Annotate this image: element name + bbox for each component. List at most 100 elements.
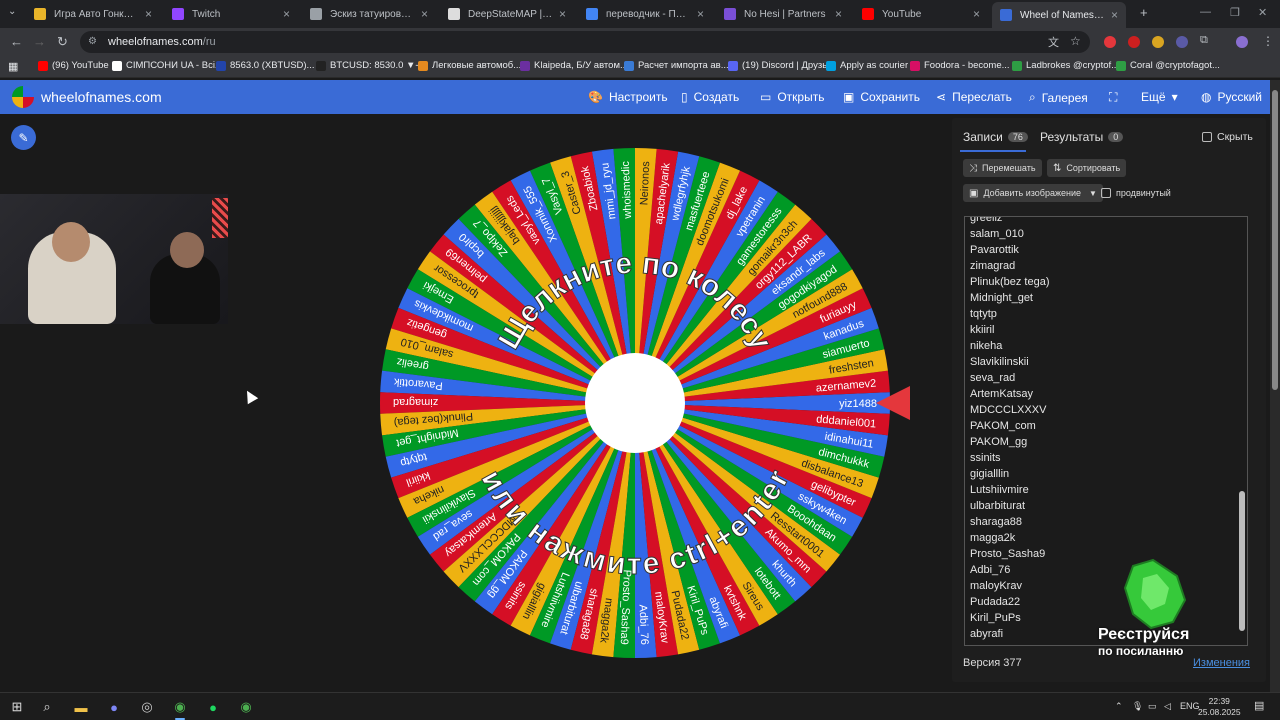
menu-item[interactable]: ▣ Сохранить (843, 90, 920, 104)
entry-line: PAKOM_com (970, 420, 1036, 432)
share-icon: ⋖ (936, 90, 947, 104)
url-input[interactable]: ⚙ wheelofnames.com/ru (80, 31, 1090, 53)
entry-line: magga2k (970, 532, 1016, 544)
app-icon[interactable]: ◎ (138, 698, 156, 716)
edit-pencil-icon[interactable]: ✎ (11, 125, 36, 150)
tab-close-icon[interactable]: × (697, 7, 704, 21)
site-brand[interactable]: wheelofnames.com (41, 89, 162, 105)
add-image-button[interactable]: ▣ Добавить изображение ▼ (963, 184, 1103, 202)
forward-icon[interactable]: → (33, 34, 46, 49)
wheel-of-names[interactable]: yiz1488azernamev2freshstensiamuertokanad… (380, 148, 890, 658)
bookmark-item[interactable]: (19) Discord | Друзья (728, 60, 832, 71)
menu-item[interactable]: ⌕ Галерея (1029, 90, 1088, 105)
scrollbar-thumb[interactable] (1239, 491, 1245, 631)
scrollbar-thumb[interactable] (1272, 90, 1278, 390)
menu-item[interactable]: ⛶ (1109, 90, 1123, 105)
tab-entries[interactable]: Записи 76 (963, 130, 1028, 144)
bookmark-item[interactable]: (96) YouTube (38, 60, 109, 71)
chrome-icon[interactable]: ◉ (171, 698, 189, 720)
network-icon[interactable]: ▭ (1148, 701, 1157, 712)
menu-item[interactable]: ⋖ Переслать (936, 90, 1012, 104)
bookmark-item[interactable]: BTCUSD: 8530.0 ▼-... (316, 60, 427, 71)
minimize-icon[interactable]: — (1200, 6, 1211, 18)
tray-chevron-icon[interactable]: ⌃ (1115, 701, 1123, 712)
discord-icon[interactable]: ● (105, 698, 123, 716)
hide-label: Скрыть (1217, 131, 1253, 143)
bookmark-favicon-icon (1116, 60, 1126, 71)
menu-item[interactable]: ▭ Открыть (760, 90, 824, 104)
browser-tab[interactable]: DeepStateMAP | День 12 × (440, 4, 574, 24)
wheel-logo-icon[interactable] (12, 86, 34, 108)
back-icon[interactable]: ← (10, 34, 23, 49)
extension-icon[interactable] (1104, 36, 1116, 48)
spotify-icon[interactable]: ● (204, 698, 222, 716)
file-explorer-icon[interactable]: ▬ (72, 698, 90, 716)
tab-title: Wheel of Names | Генератор (1020, 9, 1105, 21)
search-icon[interactable]: ⌕ (38, 698, 56, 716)
reload-icon[interactable]: ↻ (57, 34, 68, 50)
menu-label: Русский (1217, 90, 1263, 104)
tab-close-icon[interactable]: × (421, 7, 428, 21)
browser-tab[interactable]: Игра Авто Гонки: Трафик × (26, 4, 160, 24)
browser-tab[interactable]: No Hesi | Partners × (716, 4, 850, 24)
menu-item[interactable]: Ещё ▾ (1141, 90, 1184, 104)
windows-taskbar: ⊞ ⌕ ▬ ● ◎ ◉ ● ◉ ⌃ 🎙 ▭ ◁ ENG 22:39 25.08.… (0, 692, 1280, 720)
bookmark-favicon-icon (624, 60, 634, 71)
bookmark-star-icon[interactable]: ☆ (1070, 34, 1081, 48)
apps-grid-icon[interactable]: ▦ (8, 60, 18, 73)
menu-item[interactable]: ▯ Создать (681, 90, 739, 104)
bookmark-item[interactable]: Ladbrokes @cryptof... (1012, 60, 1119, 71)
tab-results-label: Результаты (1040, 130, 1104, 144)
microphone-icon[interactable]: 🎙 (1132, 701, 1143, 712)
tab-close-icon[interactable]: × (559, 7, 566, 21)
menu-item[interactable]: 🎨 Настроить (588, 90, 668, 104)
tab-search-icon[interactable]: ⌄ (8, 6, 16, 17)
sort-button[interactable]: ⇅ Сортировать (1047, 159, 1127, 177)
bookmark-item[interactable]: СІМПСОНИ UA - Всі... (112, 60, 223, 71)
bookmark-item[interactable]: Klaipeda, Б/У автом... (520, 60, 628, 71)
hide-checkbox[interactable]: Скрыть (1202, 131, 1253, 143)
close-window-icon[interactable]: ✕ (1258, 6, 1267, 19)
bookmark-item[interactable]: Apply as courier (826, 60, 908, 71)
wheel-center[interactable] (585, 353, 685, 453)
extension-icon[interactable] (1152, 36, 1164, 48)
volume-icon[interactable]: ◁ (1164, 701, 1171, 712)
browser-tab[interactable]: Эскиз татуировки на спине × (302, 4, 436, 24)
bookmark-item[interactable]: 8563.0 (XBTUSD)... (216, 60, 314, 71)
extension-icon[interactable] (1176, 36, 1188, 48)
notifications-icon[interactable]: ▤ (1254, 699, 1264, 712)
chrome-icon[interactable]: ◉ (237, 698, 255, 716)
tab-close-icon[interactable]: × (1111, 8, 1118, 22)
bookmark-item[interactable]: Легковые автомоб... (418, 60, 521, 71)
taskbar-clock[interactable]: 22:39 25.08.2025 (1198, 696, 1241, 718)
new-tab-icon[interactable]: + (1140, 5, 1148, 20)
menu-item[interactable]: ◍ Русский (1201, 90, 1262, 104)
youtube-extension-icon[interactable] (1128, 36, 1140, 48)
maximize-icon[interactable]: ❐ (1230, 6, 1240, 19)
entries-scrollbar[interactable] (1239, 219, 1245, 643)
bookmark-favicon-icon (418, 60, 428, 71)
windows-start-icon[interactable]: ⊞ (8, 698, 26, 716)
bookmark-favicon-icon (910, 60, 920, 71)
bookmark-item[interactable]: Coral @cryptofagot... (1116, 60, 1220, 71)
browser-tab[interactable]: Wheel of Names | Генератор × (992, 2, 1126, 28)
shuffle-button[interactable]: ⤨ Перемешать (963, 159, 1042, 177)
browser-tab[interactable]: Twitch × (164, 4, 298, 24)
browser-tab[interactable]: YouTube × (854, 4, 988, 24)
tab-close-icon[interactable]: × (145, 7, 152, 21)
page-scrollbar[interactable] (1270, 80, 1280, 692)
language-indicator[interactable]: ENG (1180, 701, 1200, 711)
tab-results[interactable]: Результаты 0 (1040, 130, 1124, 144)
bookmark-item[interactable]: Расчет импорта ав... (624, 60, 729, 71)
browser-menu-icon[interactable]: ⋮ (1262, 34, 1274, 48)
advanced-checkbox[interactable]: продвинутый (1101, 188, 1171, 198)
site-info-icon[interactable]: ⚙ (88, 36, 100, 48)
extensions-puzzle-icon[interactable]: ⧉ (1200, 34, 1208, 47)
profile-avatar[interactable] (1236, 36, 1248, 48)
tab-close-icon[interactable]: × (283, 7, 290, 21)
browser-tab[interactable]: переводчик - Поиск в Google × (578, 4, 712, 24)
tab-close-icon[interactable]: × (835, 7, 842, 21)
translate-icon[interactable]: 文 (1048, 34, 1059, 50)
tab-close-icon[interactable]: × (973, 7, 980, 21)
bookmark-item[interactable]: Foodora - become... (910, 60, 1010, 71)
